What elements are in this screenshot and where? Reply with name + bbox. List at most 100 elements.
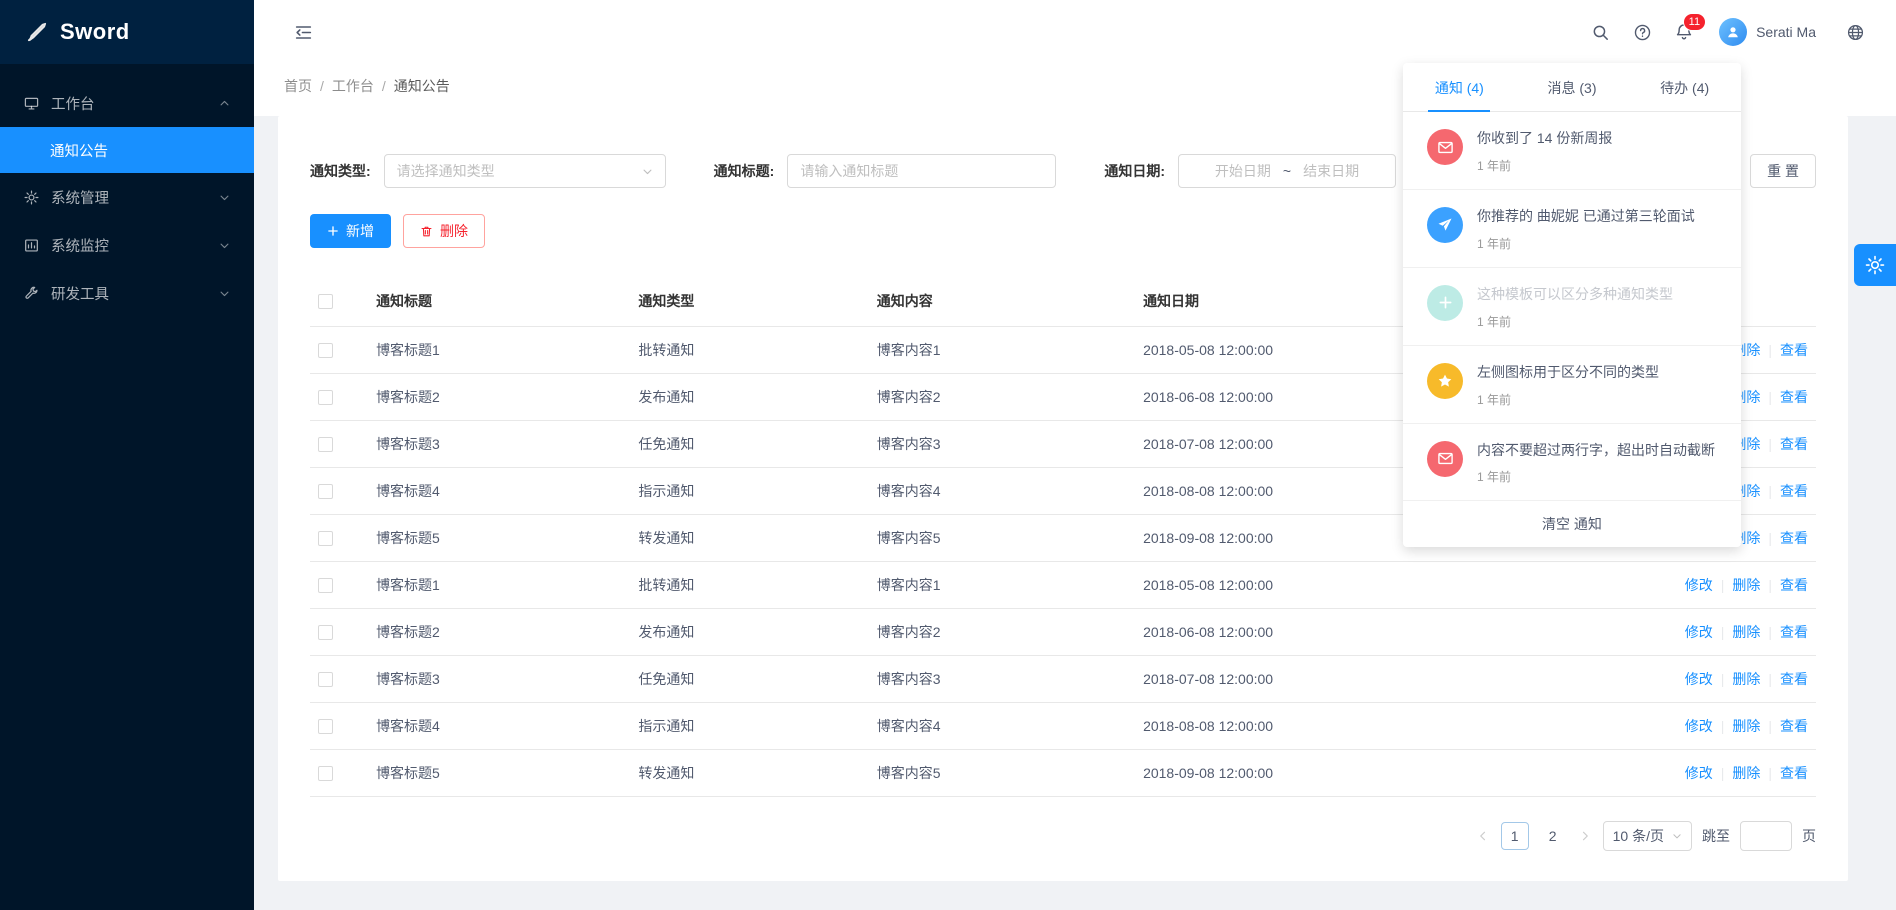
row-check-cell bbox=[310, 327, 368, 374]
breadcrumb-separator: / bbox=[382, 78, 386, 94]
edit-link[interactable]: 修改 bbox=[1685, 718, 1713, 734]
view-link[interactable]: 查看 bbox=[1780, 436, 1808, 452]
app-logo[interactable]: Sword bbox=[0, 0, 254, 64]
view-link[interactable]: 查看 bbox=[1780, 671, 1808, 687]
delete-link[interactable]: 删除 bbox=[1732, 765, 1760, 781]
notification-item[interactable]: 你收到了 14 份新周报 1 年前 bbox=[1403, 112, 1741, 190]
row-checkbox[interactable] bbox=[318, 625, 333, 640]
language-globe-icon[interactable] bbox=[1834, 11, 1876, 53]
table-row: 博客标题3 任免通知 博客内容3 2018-07-08 12:00:00 修改|… bbox=[310, 656, 1816, 703]
edit-link[interactable]: 修改 bbox=[1685, 577, 1713, 593]
row-checkbox[interactable] bbox=[318, 672, 333, 687]
page-number-2[interactable]: 2 bbox=[1539, 822, 1567, 850]
delete-button[interactable]: 删除 bbox=[403, 214, 485, 248]
chevron-down-icon bbox=[219, 240, 230, 251]
action-divider: | bbox=[1768, 483, 1772, 499]
sidebar-item-workbench[interactable]: 工作台 bbox=[0, 79, 254, 127]
view-link[interactable]: 查看 bbox=[1780, 765, 1808, 781]
date-range-picker[interactable]: 开始日期 ~ 结束日期 bbox=[1178, 154, 1396, 188]
clear-notifications-button[interactable]: 清空 通知 bbox=[1403, 501, 1741, 547]
view-link[interactable]: 查看 bbox=[1780, 530, 1808, 546]
theme-settings-button[interactable] bbox=[1854, 244, 1896, 286]
edit-link[interactable]: 修改 bbox=[1685, 765, 1713, 781]
action-divider: | bbox=[1768, 671, 1772, 687]
cell-type: 发布通知 bbox=[630, 609, 868, 656]
view-link[interactable]: 查看 bbox=[1780, 483, 1808, 499]
start-date-placeholder: 开始日期 bbox=[1215, 161, 1271, 181]
row-checkbox[interactable] bbox=[318, 531, 333, 546]
delete-link[interactable]: 删除 bbox=[1732, 624, 1760, 640]
jump-page-input[interactable] bbox=[1747, 828, 1785, 844]
cell-content: 博客内容2 bbox=[869, 609, 1135, 656]
search-icon[interactable] bbox=[1579, 11, 1621, 53]
notifications-bell-icon[interactable]: 11 bbox=[1663, 11, 1705, 53]
notification-body: 内容不要超过两行字，超出时自动截断 1 年前 bbox=[1477, 441, 1715, 486]
cell-type: 发布通知 bbox=[630, 374, 868, 421]
row-checkbox[interactable] bbox=[318, 766, 333, 781]
wrench-icon bbox=[24, 286, 39, 301]
breadcrumb-workbench[interactable]: 工作台 bbox=[332, 76, 374, 96]
delete-link[interactable]: 删除 bbox=[1732, 718, 1760, 734]
sidebar-item-notice[interactable]: 通知公告 bbox=[0, 127, 254, 173]
cell-title: 博客标题5 bbox=[368, 515, 630, 562]
notification-body: 你推荐的 曲妮妮 已通过第三轮面试 1 年前 bbox=[1477, 207, 1695, 252]
desktop-icon bbox=[24, 96, 39, 111]
row-check-cell bbox=[310, 374, 368, 421]
view-link[interactable]: 查看 bbox=[1780, 342, 1808, 358]
type-filter-select[interactable]: 请选择通知类型 bbox=[384, 154, 666, 188]
reset-button[interactable]: 重 置 bbox=[1750, 154, 1816, 188]
user-name: Serati Ma bbox=[1756, 24, 1816, 40]
breadcrumb-home[interactable]: 首页 bbox=[284, 76, 312, 96]
prev-page-icon[interactable] bbox=[1475, 830, 1491, 842]
user-menu[interactable]: Serati Ma bbox=[1719, 18, 1816, 46]
row-checkbox[interactable] bbox=[318, 437, 333, 452]
notification-title: 内容不要超过两行字，超出时自动截断 bbox=[1477, 441, 1715, 460]
edit-link[interactable]: 修改 bbox=[1685, 624, 1713, 640]
delete-link[interactable]: 删除 bbox=[1732, 671, 1760, 687]
view-link[interactable]: 查看 bbox=[1780, 389, 1808, 405]
notification-item[interactable]: 内容不要超过两行字，超出时自动截断 1 年前 bbox=[1403, 424, 1741, 502]
collapse-sidebar-button[interactable] bbox=[282, 11, 324, 53]
action-divider: | bbox=[1721, 718, 1725, 734]
select-all-checkbox[interactable] bbox=[318, 294, 333, 309]
notification-body: 你收到了 14 份新周报 1 年前 bbox=[1477, 129, 1612, 174]
page-number-1[interactable]: 1 bbox=[1501, 822, 1529, 850]
view-link[interactable]: 查看 bbox=[1780, 577, 1808, 593]
row-checkbox[interactable] bbox=[318, 484, 333, 499]
sidebar-item-system-monitor[interactable]: 系统监控 bbox=[0, 221, 254, 269]
cell-title: 博客标题4 bbox=[368, 468, 630, 515]
next-page-icon[interactable] bbox=[1577, 830, 1593, 842]
edit-link[interactable]: 修改 bbox=[1685, 671, 1713, 687]
notification-item[interactable]: 这种模板可以区分多种通知类型 1 年前 bbox=[1403, 268, 1741, 346]
gear-icon bbox=[1865, 255, 1885, 275]
row-checkbox[interactable] bbox=[318, 719, 333, 734]
delete-link[interactable]: 删除 bbox=[1732, 577, 1760, 593]
notification-item[interactable]: 左侧图标用于区分不同的类型 1 年前 bbox=[1403, 346, 1741, 424]
cell-title: 博客标题2 bbox=[368, 609, 630, 656]
view-link[interactable]: 查看 bbox=[1780, 718, 1808, 734]
cell-content: 博客内容5 bbox=[869, 750, 1135, 797]
cell-date: 2018-07-08 12:00:00 bbox=[1135, 656, 1636, 703]
page-size-select[interactable]: 10 条/页 bbox=[1603, 821, 1692, 851]
cell-type: 指示通知 bbox=[630, 703, 868, 750]
tab-notifications[interactable]: 通知 (4) bbox=[1403, 63, 1516, 111]
filter-date-group: 通知日期: 开始日期 ~ 结束日期 bbox=[1104, 154, 1396, 188]
add-button[interactable]: 新增 bbox=[310, 214, 391, 248]
help-icon[interactable] bbox=[1621, 11, 1663, 53]
title-filter-input[interactable] bbox=[800, 163, 1043, 179]
cell-type: 任免通知 bbox=[630, 656, 868, 703]
sword-icon bbox=[26, 21, 48, 43]
date-range-tilde: ~ bbox=[1283, 163, 1291, 179]
cell-content: 博客内容3 bbox=[869, 656, 1135, 703]
sidebar-item-system-management[interactable]: 系统管理 bbox=[0, 173, 254, 221]
row-checkbox[interactable] bbox=[318, 578, 333, 593]
sidebar-item-dev-tools[interactable]: 研发工具 bbox=[0, 269, 254, 317]
view-link[interactable]: 查看 bbox=[1780, 624, 1808, 640]
notification-item[interactable]: 你推荐的 曲妮妮 已通过第三轮面试 1 年前 bbox=[1403, 190, 1741, 268]
row-checkbox[interactable] bbox=[318, 390, 333, 405]
title-filter-label: 通知标题: bbox=[714, 161, 775, 181]
row-checkbox[interactable] bbox=[318, 343, 333, 358]
tab-messages[interactable]: 消息 (3) bbox=[1516, 63, 1629, 111]
tab-todos[interactable]: 待办 (4) bbox=[1628, 63, 1741, 111]
cell-title: 博客标题5 bbox=[368, 750, 630, 797]
